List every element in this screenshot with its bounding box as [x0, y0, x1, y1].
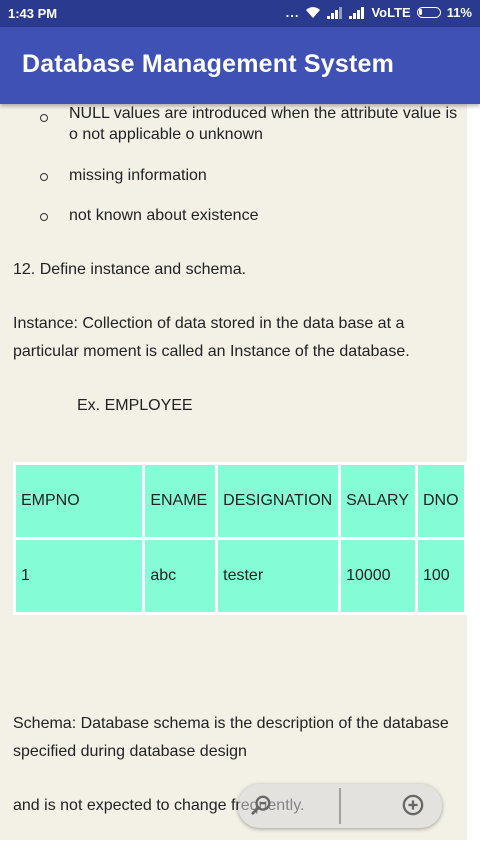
schema-definition: Schema: Database schema is the descripti… — [13, 715, 449, 760]
network-label: VoLTE — [371, 5, 411, 20]
bullet-icon — [40, 173, 48, 181]
bullet-icon — [40, 114, 48, 122]
signal-icon — [327, 6, 343, 19]
status-time: 1:43 PM — [8, 6, 58, 21]
zoom-out-button[interactable] — [238, 784, 340, 828]
signal-icon-2 — [349, 6, 365, 19]
example-label: Ex. EMPLOYEE — [77, 397, 193, 414]
battery-icon — [416, 7, 441, 18]
page-title: Database Management System — [22, 50, 395, 78]
notification-dots: ... — [285, 5, 300, 20]
table-cell: 1 — [16, 540, 143, 612]
wifi-icon — [306, 7, 321, 18]
table-row: 1 abc tester 10000 100 — [16, 540, 464, 612]
table-header-cell: SALARY — [341, 465, 415, 537]
page-bottom-margin — [0, 840, 480, 854]
table-header-cell: EMPNO — [16, 465, 143, 537]
list-item: missing information — [69, 167, 207, 184]
zoom-control — [238, 784, 442, 828]
document-content[interactable]: NULL values are introduced when the attr… — [0, 104, 467, 840]
question-heading: 12. Define instance and schema. — [13, 261, 247, 278]
battery-level: 11% — [446, 5, 472, 20]
zoom-in-button[interactable] — [340, 784, 442, 828]
list-item: NULL values are introduced when the attr… — [69, 105, 458, 143]
bullet-icon — [40, 213, 48, 221]
status-icons: ... VoLTE 11% — [286, 5, 472, 20]
employee-table: EMPNO ENAME DESIGNATION SALARY DNO 1 abc… — [13, 462, 467, 615]
status-bar: 1:43 PM ... VoLTE 11% — [0, 0, 480, 27]
zoom-in-icon — [402, 794, 424, 816]
table-header-cell: ENAME — [145, 465, 216, 537]
table-cell: abc — [145, 540, 216, 612]
table-cell: 10000 — [341, 540, 415, 612]
table-header-row: EMPNO ENAME DESIGNATION SALARY DNO — [16, 465, 464, 537]
app-bar: Database Management System — [0, 27, 480, 104]
table-cell: 100 — [418, 540, 464, 612]
table-cell: tester — [218, 540, 339, 612]
table-header-cell: DESIGNATION — [218, 465, 339, 537]
page-margin — [467, 104, 480, 854]
instance-definition: Instance: Collection of data stored in t… — [13, 315, 410, 360]
list-item: not known about existence — [69, 207, 259, 224]
zoom-out-icon — [251, 795, 271, 815]
table-header-cell: DNO — [418, 465, 464, 537]
